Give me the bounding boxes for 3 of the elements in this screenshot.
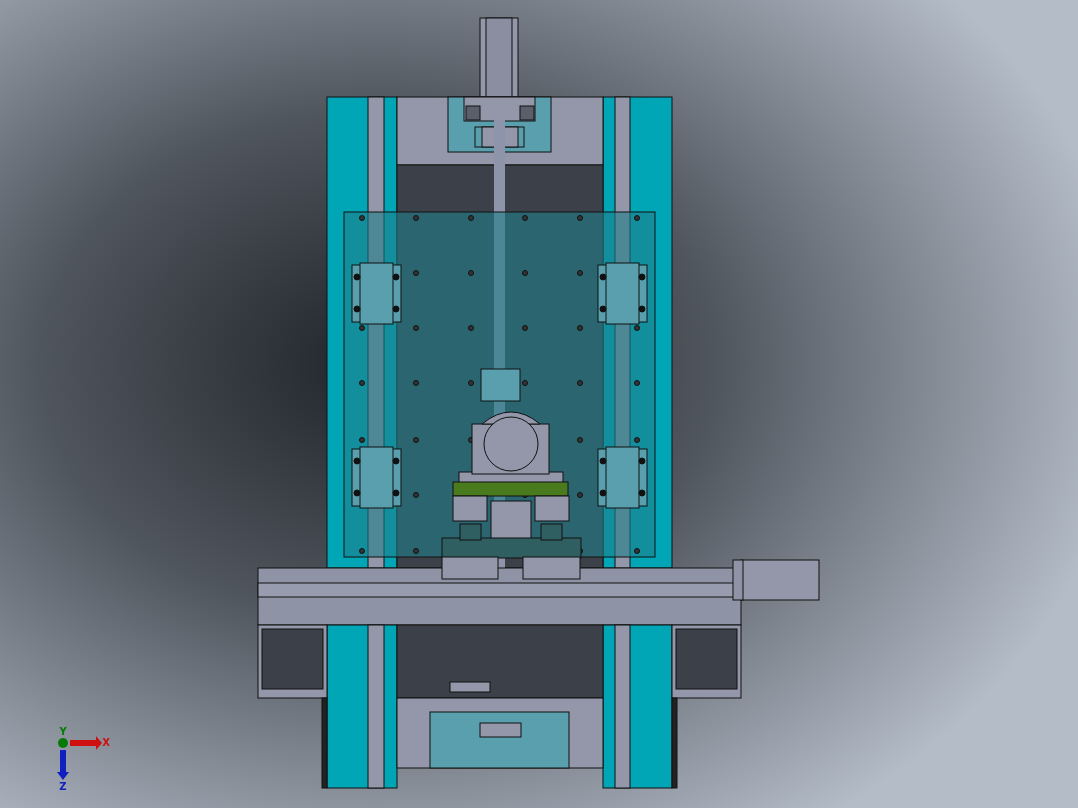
axis-label: Y [59, 726, 67, 737]
axis-label: Z [59, 781, 67, 792]
axis-label: X [102, 737, 110, 748]
